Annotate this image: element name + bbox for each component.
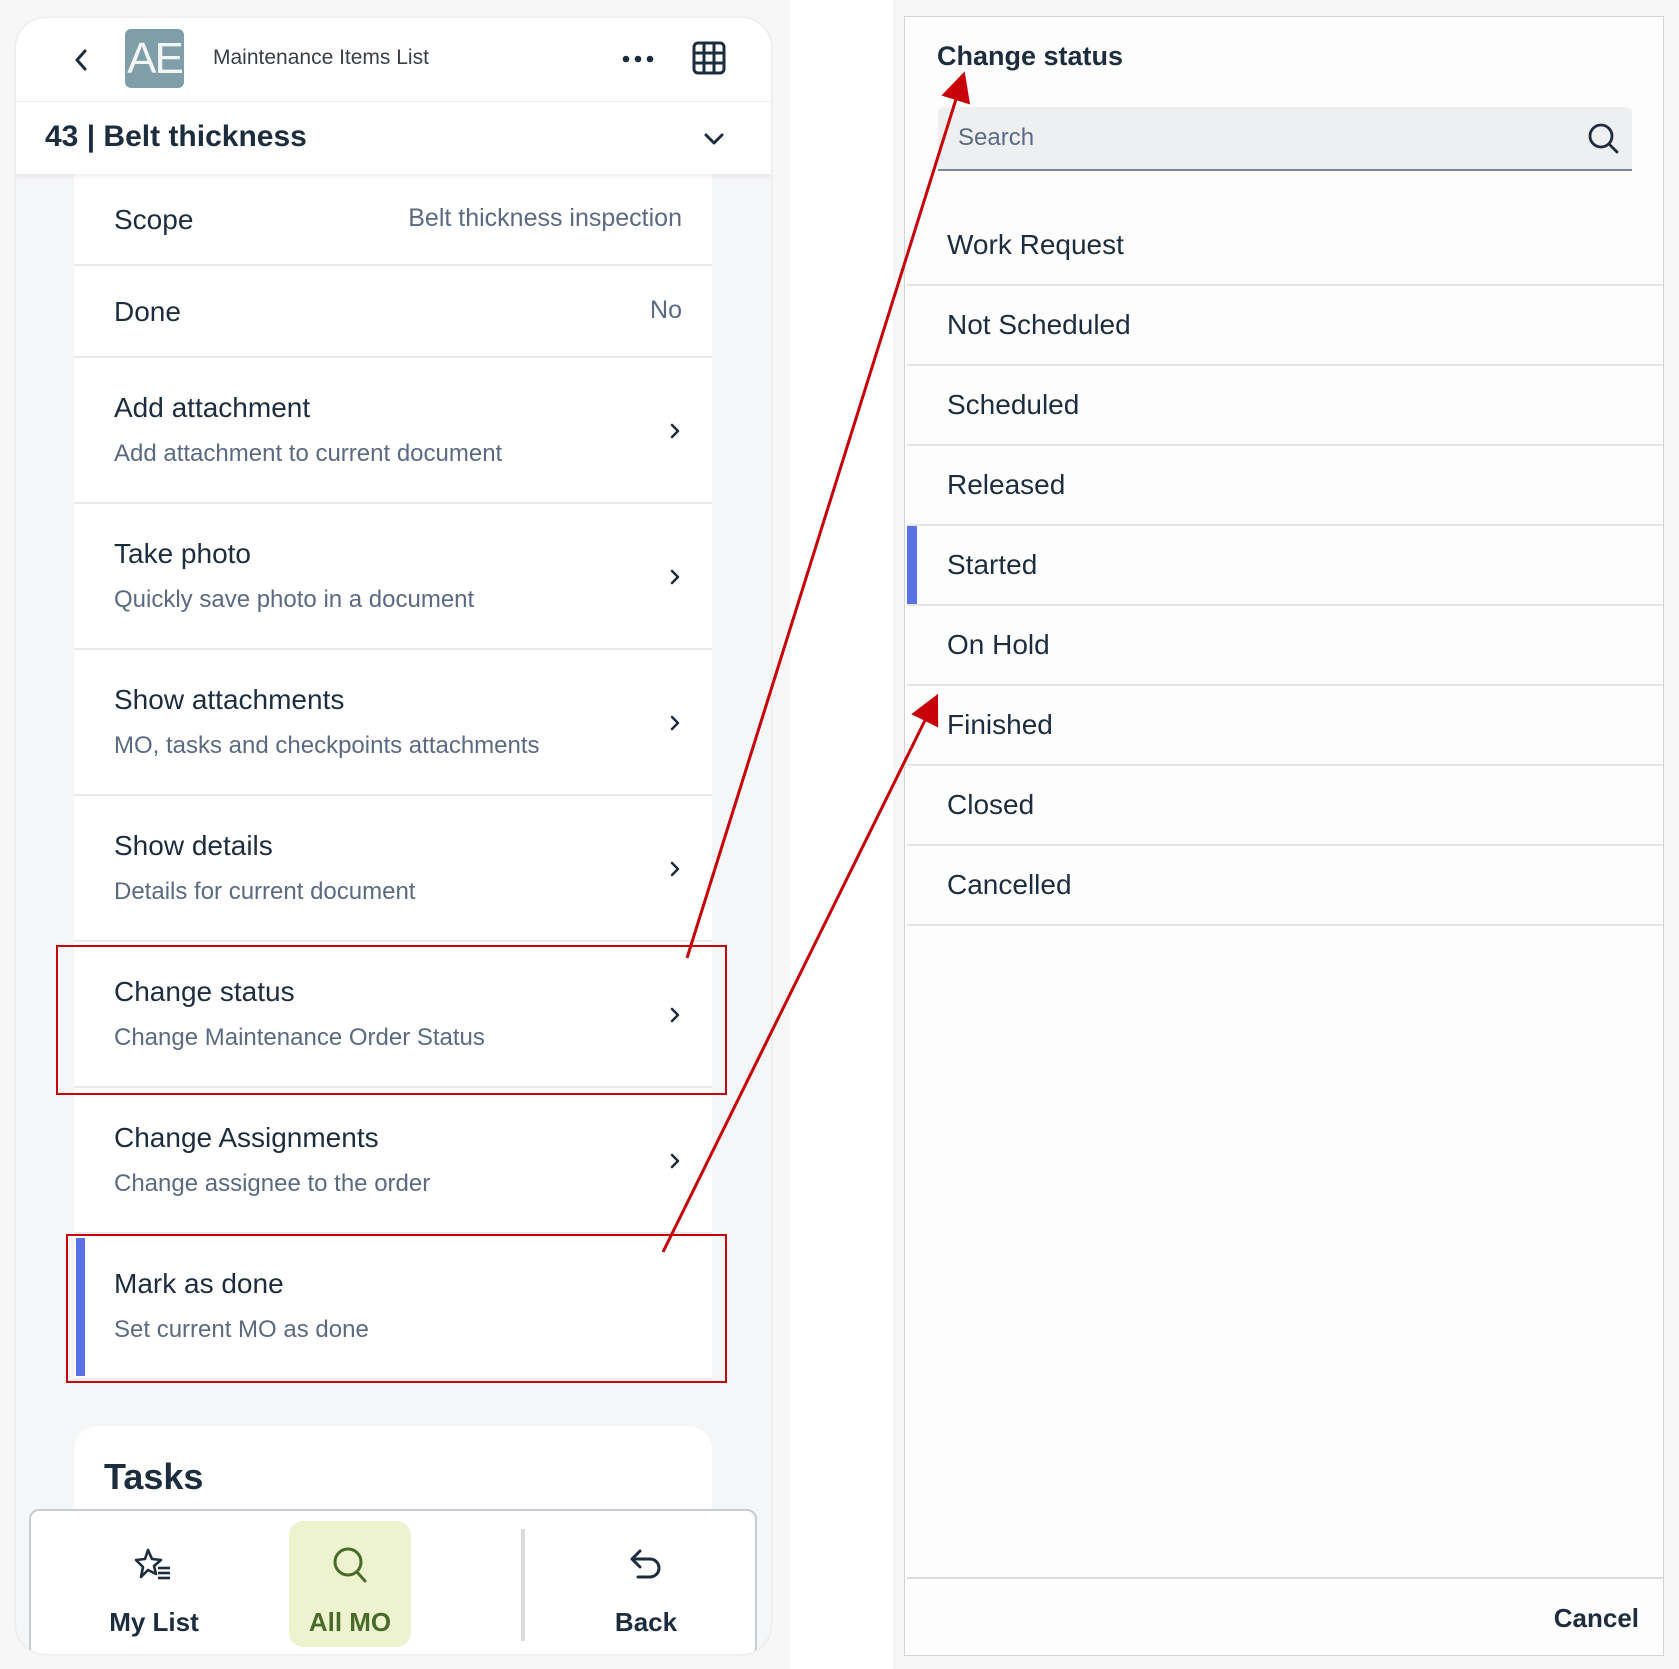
chevron-right-icon (666, 564, 684, 590)
back-button[interactable] (66, 43, 96, 77)
chevron-right-icon (666, 418, 684, 444)
chevron-right-icon (666, 856, 684, 882)
nav-label: My List (109, 1607, 199, 1637)
app-title: Maintenance Items List (213, 46, 429, 69)
details-list: Scope Belt thickness inspection Done No … (74, 174, 712, 1380)
field-row-done: Done No (74, 266, 712, 358)
search-icon (333, 1547, 367, 1583)
grid-view-button[interactable] (692, 41, 726, 75)
chevron-down-icon (704, 133, 724, 145)
status-option[interactable]: Finished (907, 686, 1663, 766)
record-header: 43 | Belt thickness (16, 102, 771, 174)
status-option-label: Not Scheduled (947, 309, 1131, 340)
action-title: Mark as done (114, 1268, 284, 1299)
field-value: Belt thickness inspection (408, 204, 682, 232)
action-title: Change Assignments (114, 1122, 379, 1153)
cancel-button[interactable]: Cancel (1554, 1603, 1639, 1634)
action-title: Change status (114, 976, 295, 1007)
tasks-heading: Tasks (104, 1456, 204, 1497)
chevron-right-icon (666, 1002, 684, 1028)
status-option-label: Closed (947, 789, 1035, 820)
action-subtitle: Change assignee to the order (114, 1170, 431, 1197)
field-label: Done (114, 296, 181, 327)
search-icon[interactable] (1586, 121, 1620, 155)
status-option[interactable]: Scheduled (907, 366, 1663, 446)
action-subtitle: Set current MO as done (114, 1316, 369, 1343)
more-options-button[interactable] (616, 46, 660, 72)
action-title: Show details (114, 830, 273, 861)
status-option[interactable]: Cancelled (907, 846, 1663, 926)
status-option-label: Cancelled (947, 869, 1072, 900)
action-subtitle: Details for current document (114, 878, 416, 905)
chevron-right-icon (666, 1148, 684, 1174)
action-title: Take photo (114, 538, 251, 569)
search-input[interactable] (938, 107, 1558, 169)
status-option[interactable]: Released (907, 446, 1663, 526)
action-title: Show attachments (114, 684, 345, 715)
action-mark-as-done[interactable]: Mark as done Set current MO as done (74, 1234, 712, 1380)
action-subtitle: Quickly save photo in a document (114, 586, 475, 613)
status-option[interactable]: Work Request (907, 206, 1663, 286)
status-option[interactable]: On Hold (907, 606, 1663, 686)
grid-icon (692, 41, 726, 75)
action-show-details[interactable]: Show details Details for current documen… (74, 796, 712, 942)
record-title: 43 | Belt thickness (45, 120, 307, 153)
dialog-title: Change status (937, 41, 1124, 71)
field-row-scope: Scope Belt thickness inspection (74, 174, 712, 266)
status-option-label: On Hold (947, 629, 1050, 660)
nav-label: All MO (308, 1607, 392, 1637)
chevron-left-icon (75, 49, 87, 71)
search-field[interactable] (938, 107, 1632, 171)
action-show-attachments[interactable]: Show attachments MO, tasks and checkpoin… (74, 650, 712, 796)
app-logo: AE (125, 29, 184, 88)
status-option-label: Released (947, 469, 1066, 500)
chevron-right-icon (666, 710, 684, 736)
change-status-dialog: Change status Work Request Not Scheduled… (904, 16, 1664, 1656)
status-option[interactable]: Not Scheduled (907, 286, 1663, 366)
nav-my-list[interactable]: My List (93, 1521, 215, 1647)
field-value: No (650, 296, 682, 324)
nav-divider (521, 1529, 525, 1641)
action-subtitle: Add attachment to current document (114, 440, 503, 467)
dialog-footer: Cancel (907, 1577, 1663, 1655)
action-change-status[interactable]: Change status Change Maintenance Order S… (74, 942, 712, 1088)
mobile-app-screen: AE Maintenance Items List 43 | Belt thic… (16, 18, 771, 1654)
action-add-attachment[interactable]: Add attachment Add attachment to current… (74, 358, 712, 504)
ellipsis-icon (622, 55, 654, 63)
top-app-bar: AE Maintenance Items List (16, 18, 771, 102)
expand-record-button[interactable] (699, 124, 729, 154)
status-option-selected[interactable]: Started (907, 526, 1663, 606)
bottom-navigation: My List All MO Back (29, 1509, 757, 1654)
status-option-label: Started (947, 549, 1038, 580)
status-option-label: Scheduled (947, 389, 1080, 420)
action-change-assignments[interactable]: Change Assignments Change assignee to th… (74, 1088, 712, 1234)
action-title: Add attachment (114, 392, 311, 423)
status-option[interactable]: Closed (907, 766, 1663, 846)
nav-label: Back (614, 1607, 678, 1637)
status-options-list: Work Request Not Scheduled Scheduled Rel… (907, 206, 1663, 926)
star-list-icon (134, 1548, 170, 1580)
action-subtitle: MO, tasks and checkpoints attachments (114, 732, 540, 759)
status-option-label: Work Request (947, 229, 1124, 260)
status-option-label: Finished (947, 709, 1053, 740)
action-take-photo[interactable]: Take photo Quickly save photo in a docum… (74, 504, 712, 650)
nav-all-mo[interactable]: All MO (289, 1521, 411, 1647)
undo-arrow-icon (630, 1549, 661, 1579)
action-subtitle: Change Maintenance Order Status (114, 1024, 485, 1051)
nav-back[interactable]: Back (585, 1521, 707, 1647)
field-label: Scope (114, 204, 194, 235)
